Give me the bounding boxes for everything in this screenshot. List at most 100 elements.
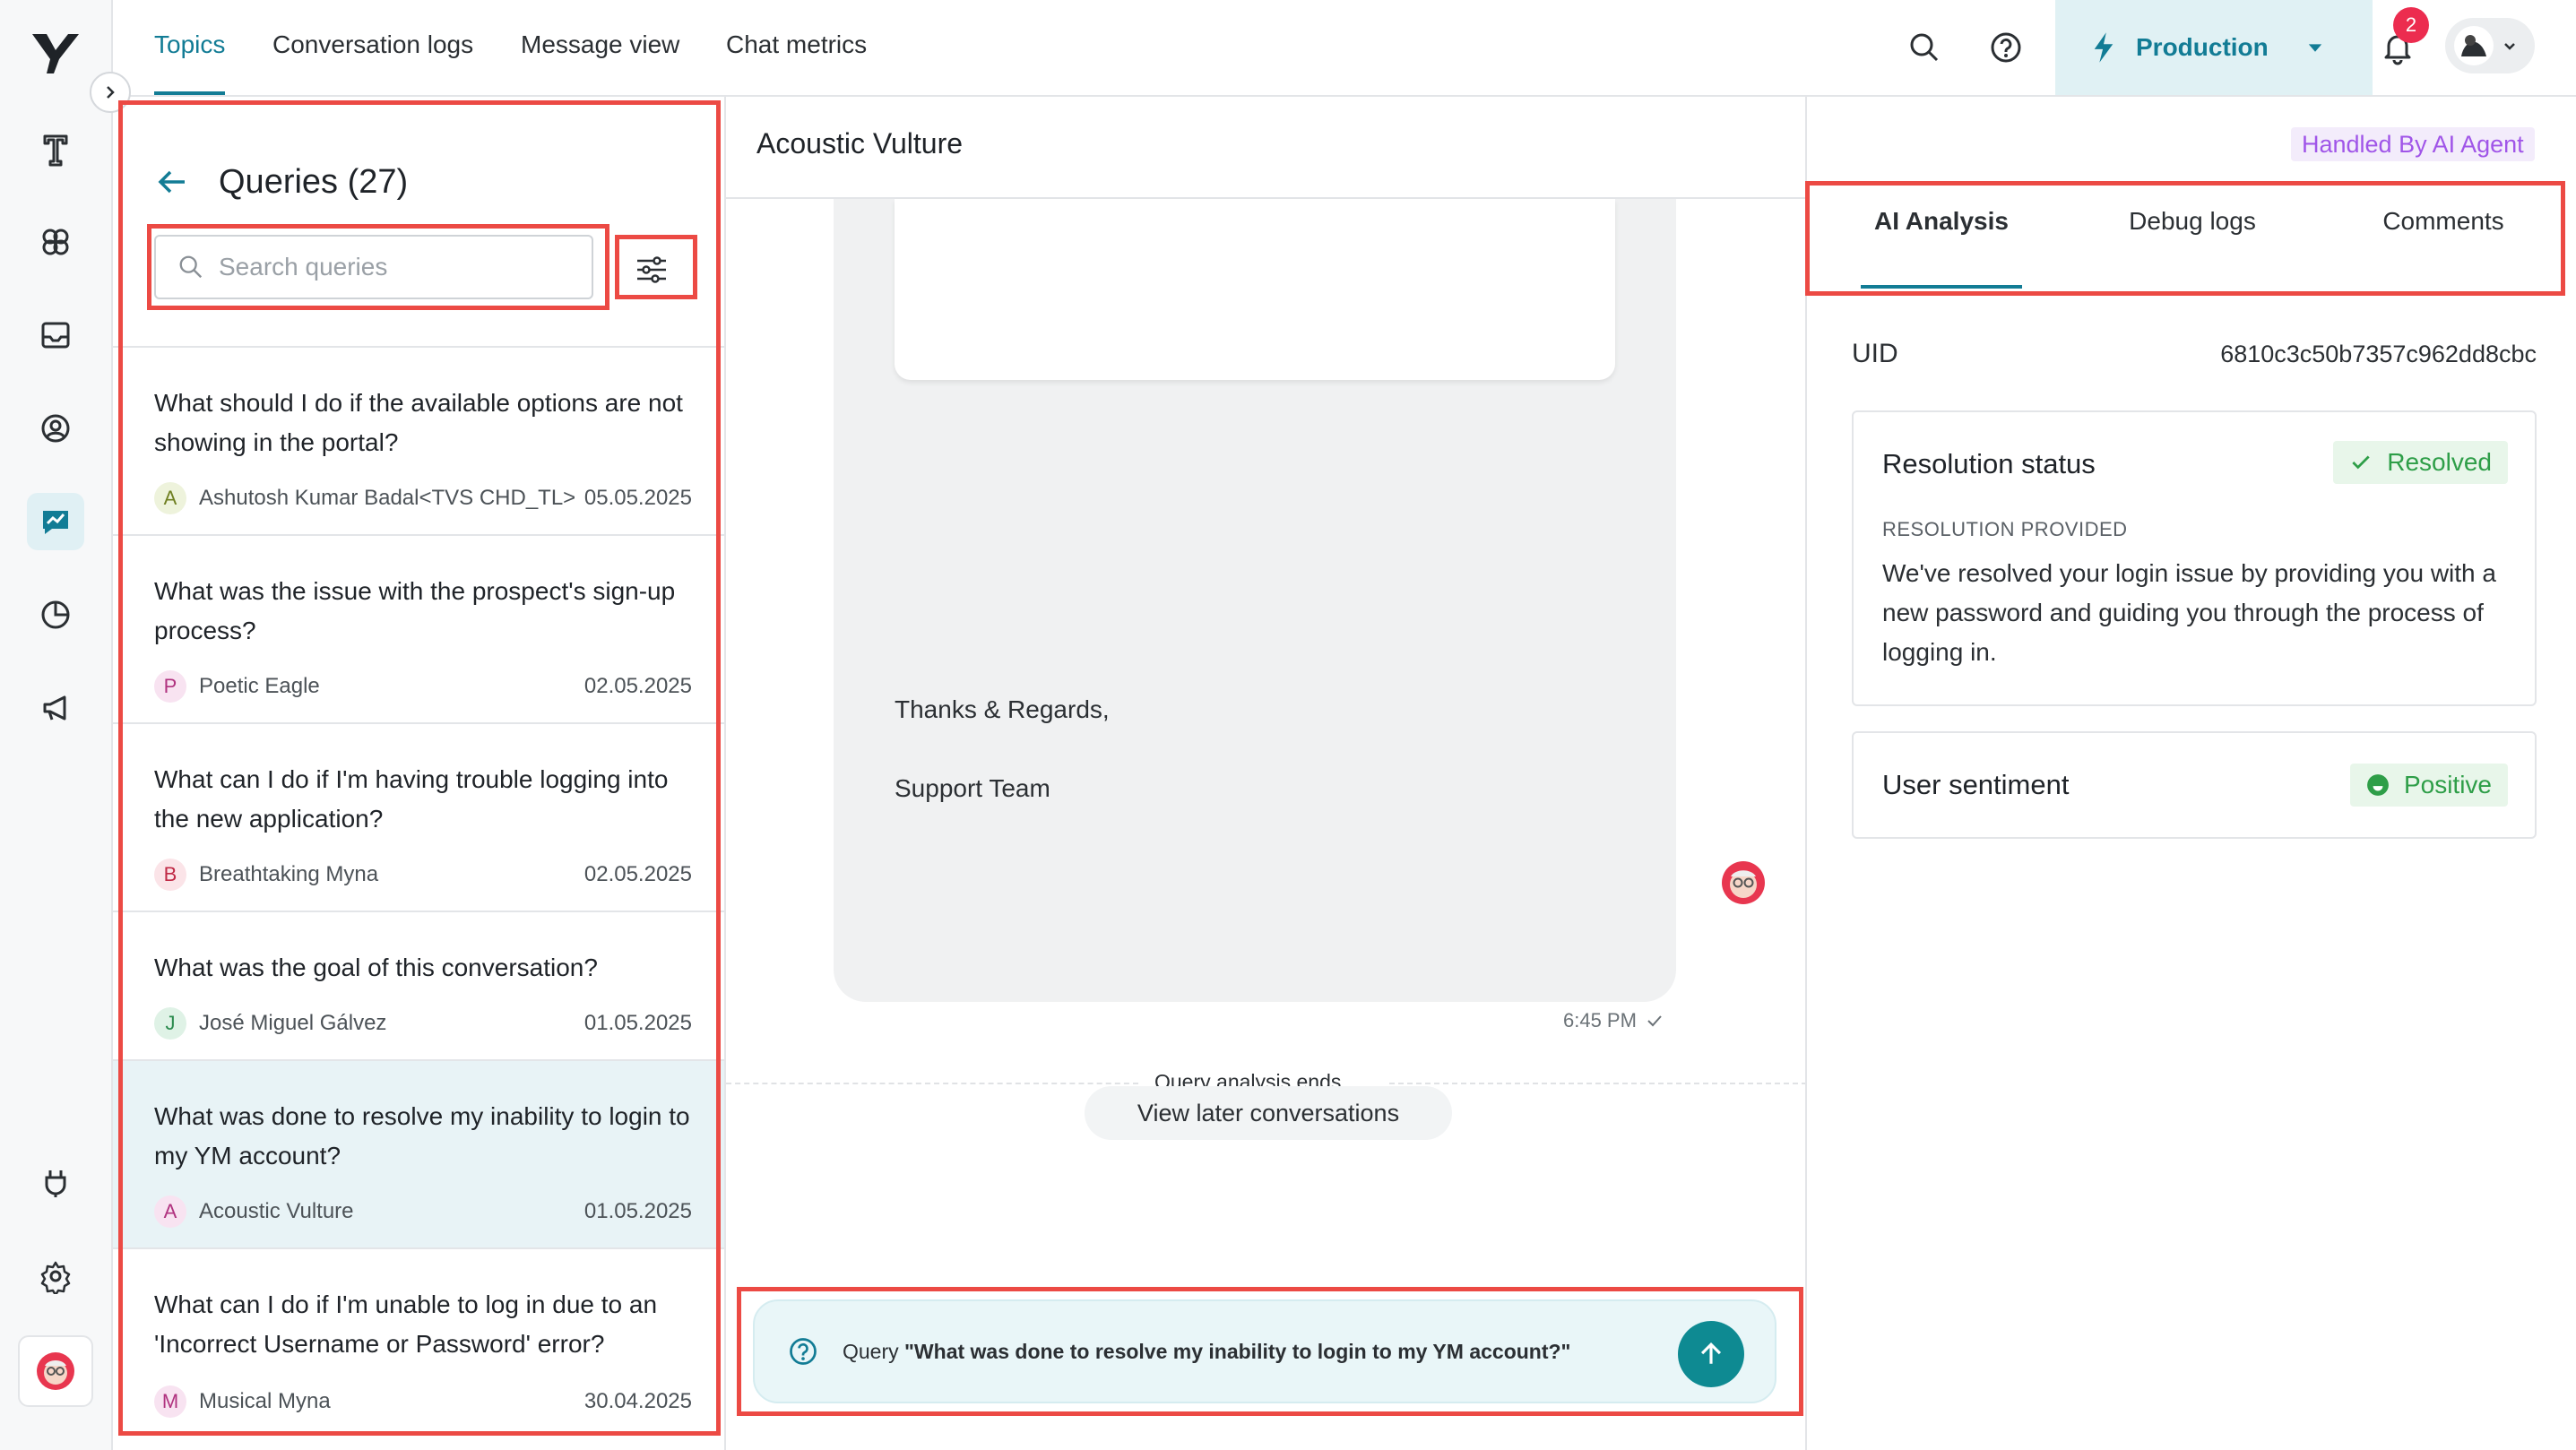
query-user: Poetic Eagle: [199, 674, 320, 698]
search-queries-input[interactable]: [219, 253, 559, 281]
query-user: Acoustic Vulture: [199, 1199, 354, 1223]
search-queries-box[interactable]: [154, 235, 593, 299]
query-date: 02.05.2025: [583, 674, 692, 698]
queries-panel: Queries (27) What should I do if the ava…: [113, 97, 726, 1450]
help-icon[interactable]: [1982, 23, 2030, 72]
message-line: Thanks & Regards,: [895, 695, 1110, 723]
smiley-icon: [2367, 774, 2389, 796]
brain-icon[interactable]: [27, 213, 84, 271]
analysis-end-divider: Query analysis ends: [726, 993, 1805, 1094]
query-question: What was the issue with the prospect's s…: [154, 577, 676, 644]
query-date: 01.05.2025: [583, 1199, 692, 1223]
user-menu[interactable]: [2445, 18, 2535, 73]
settings-gear-icon[interactable]: [27, 1247, 84, 1305]
sentiment-card: User sentiment Positive: [1852, 731, 2537, 839]
check-icon: [2352, 455, 2370, 470]
list-item[interactable]: What can I do if I'm unable to log in du…: [113, 1249, 724, 1437]
user-initial: B: [154, 859, 186, 891]
conversation-panel: Acoustic Vulture Thanks & Regards, Suppo…: [726, 97, 1807, 1450]
notification-badge: 2: [2393, 7, 2429, 43]
analysis-tabs: AI Analysis Debug logs Comments: [1807, 181, 2576, 289]
list-item[interactable]: What can I do if I'm having trouble logg…: [113, 724, 724, 912]
query-date: 02.05.2025: [583, 862, 692, 886]
query-question: What can I do if I'm unable to log in du…: [154, 1290, 658, 1358]
user-initial: P: [154, 670, 186, 703]
lightning-icon: [2094, 32, 2114, 63]
tab-ai-analysis[interactable]: AI Analysis: [1861, 181, 2022, 289]
query-user: Musical Myna: [199, 1389, 331, 1413]
sliders-icon: [637, 256, 666, 283]
uid-value: 6810c3c50b7357c962dd8cbc: [2220, 340, 2537, 367]
handled-by-badge: Handled By AI Agent: [2291, 127, 2535, 161]
message-line: Support Team: [895, 774, 1050, 802]
help-circle-icon: [790, 1338, 817, 1365]
sentiment-title: User sentiment: [1882, 769, 2070, 800]
message-bubble: Thanks & Regards, Support Team: [834, 199, 1676, 1002]
sentiment-badge: Positive: [2349, 764, 2508, 807]
conversation-header: Acoustic Vulture: [726, 97, 1805, 199]
queries-list: What should I do if the available option…: [113, 346, 724, 1437]
environment-label: Production: [2136, 33, 2269, 61]
plug-icon[interactable]: [27, 1154, 84, 1212]
back-arrow-icon[interactable]: [154, 164, 190, 200]
uid-row: UID 6810c3c50b7357c962dd8cbc: [1852, 339, 2537, 369]
tab-comments[interactable]: Comments: [2363, 181, 2524, 289]
user-initial: A: [154, 1195, 186, 1228]
left-rail: [0, 0, 113, 1450]
queries-title: Queries (27): [219, 162, 409, 201]
query-date: 30.04.2025: [583, 1389, 692, 1413]
tab-debug-logs[interactable]: Debug logs: [2112, 181, 2273, 289]
expand-sidebar-button[interactable]: [90, 72, 131, 113]
yellow-ai-logo[interactable]: [27, 23, 82, 79]
query-quote: "What was done to resolve my inability t…: [904, 1339, 1571, 1363]
query-prefix: Query: [843, 1339, 899, 1363]
query-question: What should I do if the available option…: [154, 389, 683, 456]
user-circle-icon[interactable]: [27, 400, 84, 457]
search-icon: [179, 255, 203, 279]
list-item-selected[interactable]: What was done to resolve my inability to…: [113, 1061, 724, 1249]
query-user: Breathtaking Myna: [199, 862, 379, 886]
tab-topics[interactable]: Topics: [154, 0, 226, 95]
chevron-right-icon: [107, 86, 115, 99]
query-question: What was the goal of this conversation?: [154, 954, 598, 981]
resolution-status: Resolved: [2387, 448, 2492, 476]
query-bar: Query "What was done to resolve my inabi…: [753, 1299, 1776, 1403]
list-item[interactable]: What should I do if the available option…: [113, 348, 724, 536]
tab-conversation-logs[interactable]: Conversation logs: [272, 0, 473, 95]
query-user: José Miguel Gálvez: [199, 1011, 387, 1035]
insights-icon[interactable]: [27, 493, 84, 550]
bot-avatar-button[interactable]: [18, 1335, 93, 1407]
caret-down-icon: [2308, 44, 2321, 52]
resolution-provided-text: We've resolved your login issue by provi…: [1882, 559, 2496, 666]
view-later-conversations-button[interactable]: View later conversations: [1085, 1086, 1452, 1140]
message-card: [895, 199, 1615, 380]
query-question: What was done to resolve my inability to…: [154, 1102, 690, 1169]
studio-icon[interactable]: [27, 120, 84, 177]
tab-message-view[interactable]: Message view: [521, 0, 679, 95]
user-initial: M: [154, 1385, 186, 1418]
query-question: What can I do if I'm having trouble logg…: [154, 765, 669, 833]
send-button[interactable]: [1678, 1321, 1744, 1387]
resolution-title: Resolution status: [1882, 448, 2096, 479]
pie-chart-icon[interactable]: [27, 586, 84, 643]
analysis-panel: Handled By AI Agent AI Analysis Debug lo…: [1807, 97, 2576, 1450]
inbox-icon[interactable]: [27, 306, 84, 364]
environment-selector[interactable]: Production: [2055, 0, 2373, 95]
query-date: 01.05.2025: [583, 1011, 692, 1035]
resolution-provided-label: RESOLUTION PROVIDED: [1882, 518, 2128, 540]
list-item[interactable]: What was the issue with the prospect's s…: [113, 536, 724, 724]
megaphone-icon[interactable]: [27, 679, 84, 737]
tab-chat-metrics[interactable]: Chat metrics: [726, 0, 867, 95]
search-icon[interactable]: [1900, 23, 1949, 72]
conversation-title: Acoustic Vulture: [756, 127, 964, 160]
user-initial: J: [154, 1007, 186, 1040]
sentiment-value: Positive: [2403, 771, 2492, 798]
avatar: [2454, 26, 2494, 65]
list-item[interactable]: What was the goal of this conversation? …: [113, 912, 724, 1061]
resolution-card: Resolution status Resolved RESOLUTION PR…: [1852, 410, 2537, 706]
query-user: Ashutosh Kumar Badal<TVS CHD_TL>: [199, 486, 576, 510]
bot-avatar: [1721, 860, 1766, 905]
filter-button[interactable]: [622, 240, 681, 299]
arrow-up-icon: [1700, 1342, 1722, 1364]
user-initial: A: [154, 482, 186, 514]
